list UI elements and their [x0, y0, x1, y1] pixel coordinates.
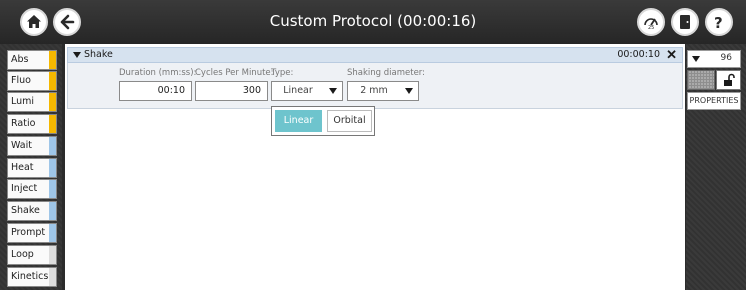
step-name: Shake — [84, 49, 113, 60]
step-duration: 00:00:10 — [617, 49, 660, 60]
plate-format-value: 96 — [720, 53, 732, 63]
type-select[interactable]: Linear — [271, 81, 343, 101]
palette-prompt-button[interactable]: Prompt — [7, 223, 57, 243]
svg-text:?: ? — [714, 14, 723, 31]
exit-door-icon — [680, 15, 690, 29]
palette-item-label: Ratio — [11, 118, 36, 129]
palette-heat-button[interactable]: Heat — [7, 158, 57, 178]
help-icon: ? — [714, 14, 723, 31]
palette-item-label: Abs — [11, 54, 29, 65]
palette-inject-button[interactable]: Inject — [7, 179, 57, 199]
speed-button[interactable]: 25 — [637, 8, 665, 36]
palette-item-label: Prompt — [11, 227, 46, 238]
duration-label: Duration (mm:ss): — [119, 68, 197, 78]
palette-abs-button[interactable]: Abs — [7, 50, 57, 70]
type-option-linear[interactable]: Linear — [275, 110, 322, 132]
plate-format-select[interactable]: 96 — [687, 50, 741, 68]
plate-grid-icon[interactable] — [687, 70, 715, 90]
category-stripe — [49, 72, 56, 90]
category-stripe — [49, 246, 56, 264]
cpm-label: Cycles Per Minute: — [195, 68, 274, 78]
category-stripe — [49, 93, 56, 111]
speedometer-icon: 25 — [644, 18, 658, 31]
duration-input[interactable]: 00:10 — [119, 81, 192, 101]
page-title: Custom Protocol (00:00:16) — [269, 12, 477, 30]
step-palette: Abs Fluo Lumi Ratio Wait Heat Inject Shake Promp… — [0, 44, 62, 290]
category-stripe — [49, 268, 56, 286]
unlock-icon — [723, 73, 735, 86]
type-select-value: Linear — [283, 85, 313, 96]
category-stripe — [49, 159, 56, 177]
palette-ratio-button[interactable]: Ratio — [7, 114, 57, 134]
step-header[interactable]: Shake 00:00:10 ✕ — [67, 47, 683, 63]
palette-item-label: Shake — [11, 205, 40, 216]
palette-shake-button[interactable]: Shake — [7, 201, 57, 221]
chevron-down-icon — [692, 56, 700, 62]
right-panel: 96 PROPERTIES — [686, 44, 746, 290]
diameter-select[interactable]: 2 mm — [347, 81, 419, 101]
category-stripe — [49, 224, 56, 242]
palette-item-label: Wait — [11, 140, 32, 151]
palette-wait-button[interactable]: Wait — [7, 136, 57, 156]
category-stripe — [49, 137, 56, 155]
type-dropdown-menu: Linear Orbital — [271, 106, 375, 136]
palette-lumi-button[interactable]: Lumi — [7, 92, 57, 112]
exit-button[interactable] — [671, 8, 699, 36]
palette-item-label: Lumi — [11, 96, 35, 107]
close-icon[interactable]: ✕ — [666, 48, 677, 62]
diameter-label: Shaking diameter: — [347, 68, 426, 78]
protocol-editor: Shake 00:00:10 ✕ Duration (mm:ss): 00:10… — [65, 44, 685, 290]
palette-item-label: Heat — [11, 162, 34, 173]
help-button[interactable]: ? — [705, 8, 733, 36]
svg-text:25: 25 — [648, 25, 654, 31]
properties-button[interactable]: PROPERTIES — [687, 92, 741, 110]
palette-fluo-button[interactable]: Fluo — [7, 71, 57, 91]
palette-item-label: Loop — [11, 249, 34, 260]
palette-item-label: Fluo — [11, 75, 31, 86]
type-option-orbital[interactable]: Orbital — [327, 110, 372, 132]
palette-loop-button[interactable]: Loop — [7, 245, 57, 265]
type-label: Type: — [271, 68, 294, 78]
diameter-select-value: 2 mm — [360, 85, 388, 96]
category-stripe — [49, 202, 56, 220]
shake-parameters: Duration (mm:ss): 00:10 Cycles Per Minut… — [67, 63, 683, 109]
chevron-down-icon — [405, 88, 413, 94]
top-bar: Custom Protocol (00:00:16) 25 ? — [0, 0, 746, 44]
chevron-down-icon — [329, 88, 337, 94]
palette-kinetics-button[interactable]: Kinetics — [7, 267, 57, 287]
category-stripe — [49, 51, 56, 69]
lock-button[interactable] — [716, 70, 741, 90]
palette-item-label: Kinetics — [11, 271, 49, 282]
collapse-toggle-icon[interactable] — [73, 52, 81, 58]
palette-item-label: Inject — [11, 183, 38, 194]
cpm-input[interactable]: 300 — [195, 81, 268, 101]
category-stripe — [49, 115, 56, 133]
category-stripe — [49, 180, 56, 198]
